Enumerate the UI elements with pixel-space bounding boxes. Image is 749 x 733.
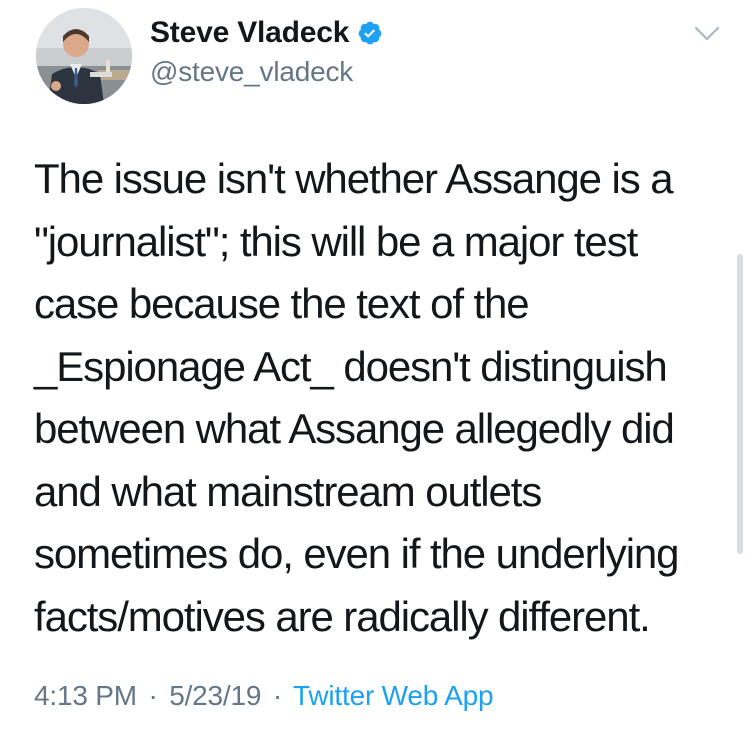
tweet-text-line: and what mainstream outlets — [34, 467, 542, 515]
tweet-metadata: 4:13 PM · 5/23/19 · Twitter Web App — [34, 680, 494, 712]
tweet-source-link[interactable]: Twitter Web App — [293, 680, 494, 711]
tweet-text-line: facts/motives are radically different. — [34, 592, 651, 640]
avatar-photo — [36, 8, 132, 104]
tweet-text-line: _Espionage Act_ doesn't distinguish — [34, 342, 668, 390]
avatar[interactable] — [36, 8, 132, 104]
chevron-down-icon[interactable] — [694, 24, 720, 44]
tweet-text-line: "journalist"; this will be a major test — [34, 217, 638, 265]
author-handle[interactable]: @steve_vladeck — [150, 56, 353, 88]
tweet-text-line: case because the text of the — [34, 280, 530, 327]
verified-badge-icon — [357, 20, 383, 46]
tweet-time[interactable]: 4:13 PM — [34, 680, 137, 711]
scrollbar-thumb[interactable] — [737, 254, 743, 554]
meta-separator: · — [272, 680, 282, 711]
author-name-row: Steve Vladeck — [150, 16, 383, 50]
author-display-name[interactable]: Steve Vladeck — [150, 16, 349, 50]
tweet-text-line: The issue isn't whether Assange is a — [34, 155, 674, 202]
tweet-card: Steve Vladeck @steve_vladeck The issue i… — [0, 0, 749, 733]
tweet-text: The issue isn't whether Assange is a "jo… — [34, 148, 724, 648]
tweet-date[interactable]: 5/23/19 — [169, 680, 261, 711]
tweet-text-line: between what Assange allegedly did — [34, 405, 675, 452]
meta-separator: · — [148, 680, 158, 711]
tweet-text-line: sometimes do, even if the underlying — [34, 530, 680, 577]
